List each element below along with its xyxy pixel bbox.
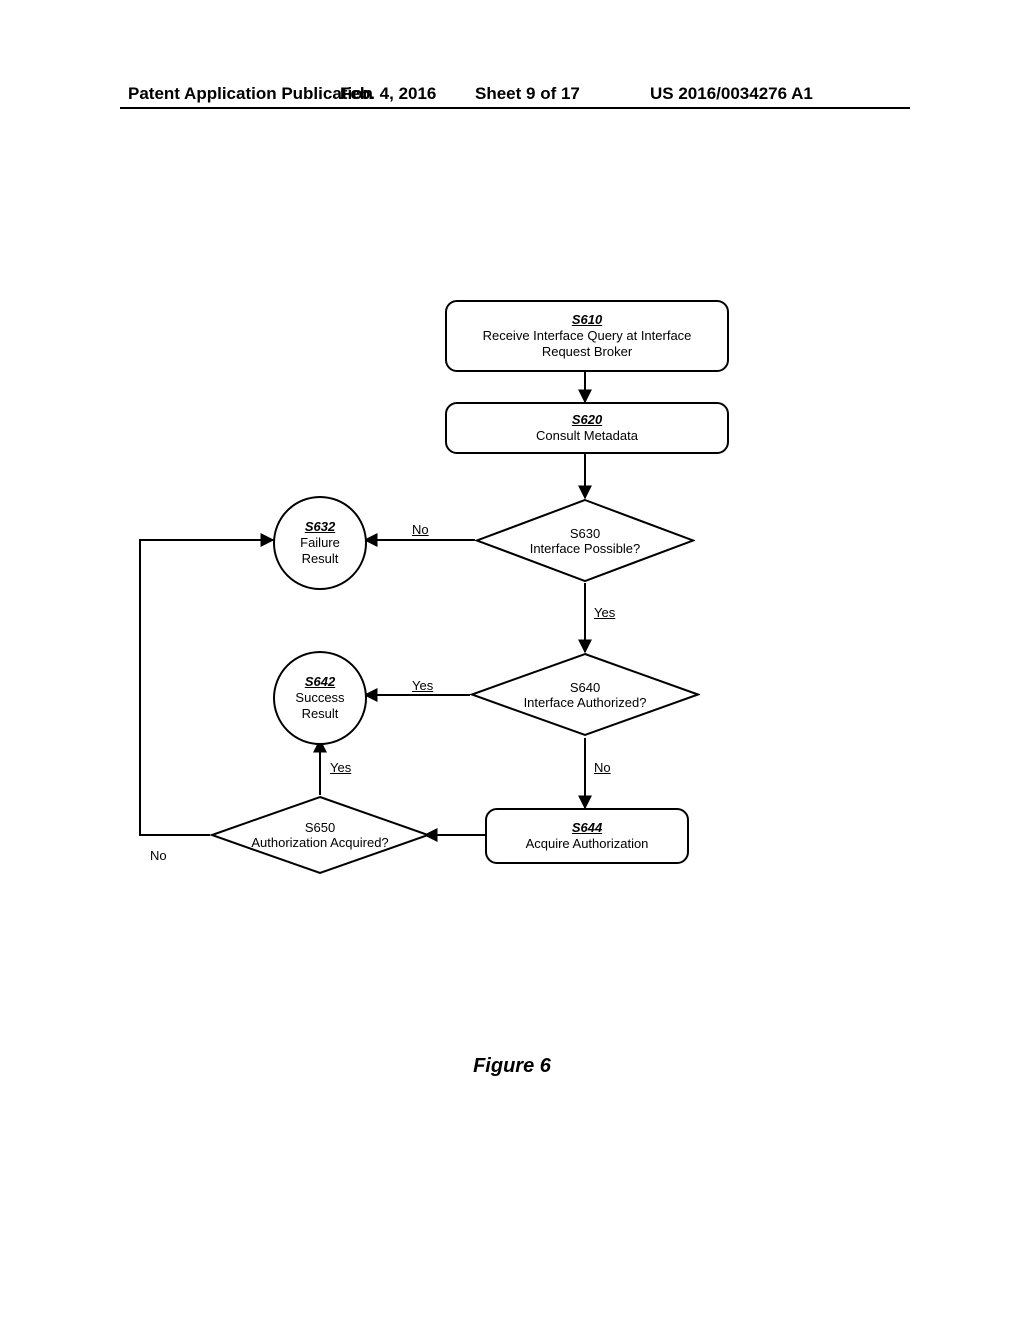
decision-s640: S640 Interface Authorized? — [470, 652, 700, 737]
step-text: Acquire Authorization — [526, 836, 649, 852]
step-code: S650 — [305, 820, 335, 835]
header-sheet: Sheet 9 of 17 — [475, 84, 580, 104]
step-text: Result — [302, 551, 339, 567]
step-code: S632 — [305, 519, 335, 535]
header-pubno: US 2016/0034276 A1 — [650, 84, 813, 104]
header-rule — [120, 107, 910, 109]
step-text: Success — [295, 690, 344, 706]
step-code: S644 — [572, 820, 602, 836]
step-s644: S644 Acquire Authorization — [485, 808, 689, 864]
result-s642: S642 Success Result — [273, 651, 367, 745]
step-text: Interface Possible? — [530, 541, 641, 556]
step-s620: S620 Consult Metadata — [445, 402, 729, 454]
step-code: S630 — [570, 526, 600, 541]
step-text: Failure — [300, 535, 340, 551]
result-s632: S632 Failure Result — [273, 496, 367, 590]
step-code: S610 — [572, 312, 602, 328]
decision-s630: S630 Interface Possible? — [475, 498, 695, 583]
edge-label-yes: Yes — [592, 605, 617, 620]
flowchart: S610 Receive Interface Query at Interfac… — [130, 300, 750, 940]
step-text: Consult Metadata — [536, 428, 638, 444]
edge-label-yes: Yes — [410, 678, 435, 693]
decision-s650: S650 Authorization Acquired? — [210, 795, 430, 875]
figure-caption: Figure 6 — [0, 1055, 1024, 1078]
step-code: S642 — [305, 674, 335, 690]
step-s610: S610 Receive Interface Query at Interfac… — [445, 300, 729, 372]
edge-label-no: No — [410, 522, 431, 537]
edge-label-no: No — [592, 760, 613, 775]
step-text: Receive Interface Query at Interface — [483, 328, 692, 344]
step-text: Authorization Acquired? — [251, 835, 388, 850]
step-text: Result — [302, 706, 339, 722]
step-text: Interface Authorized? — [524, 695, 647, 710]
header-date: Feb. 4, 2016 — [340, 84, 436, 104]
step-code: S620 — [572, 412, 602, 428]
step-text: Request Broker — [542, 344, 632, 360]
header-publication: Patent Application Publication — [128, 84, 373, 104]
edge-label-yes: Yes — [328, 760, 353, 775]
edge-label-no: No — [148, 848, 169, 863]
step-code: S640 — [570, 680, 600, 695]
